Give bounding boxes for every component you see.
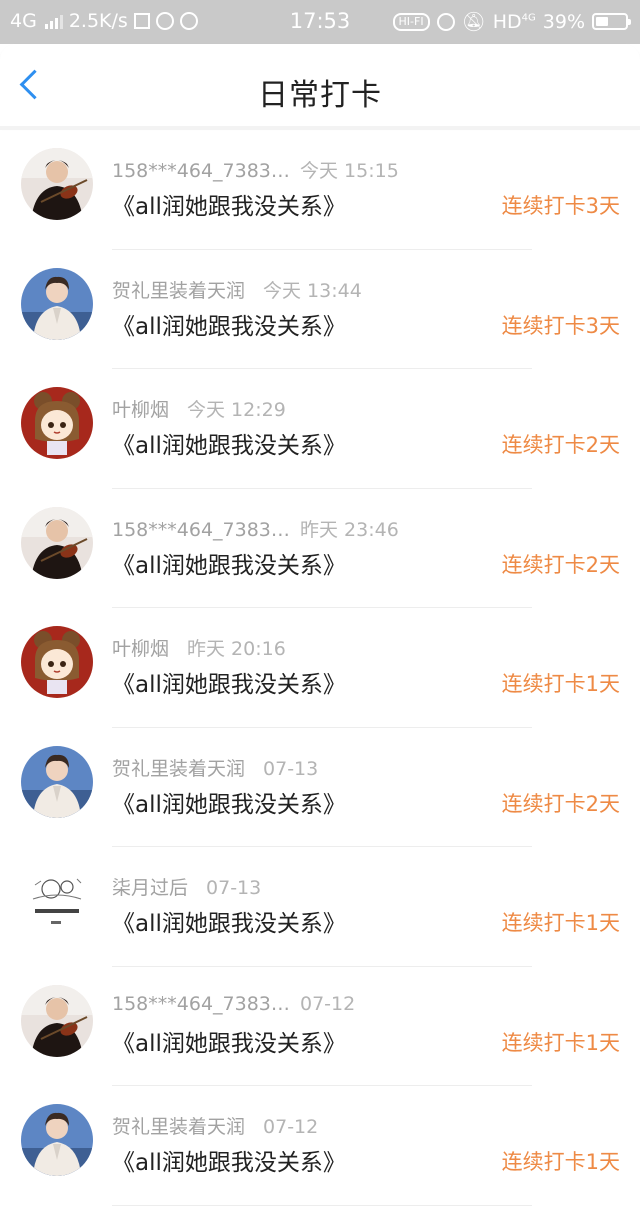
user-name[interactable]: 叶柳烟 [112,634,169,661]
streak-label: 连续打卡2天 [501,552,620,577]
list-item[interactable]: 贺礼里装着天润 今天 13:44 《all润她跟我没关系》 连续打卡3天 [0,250,640,369]
streak-label: 连续打卡2天 [501,433,620,457]
streak-label: 连续打卡1天 [501,1030,620,1055]
checkin-time: 今天 13:44 [263,279,362,302]
book-title[interactable]: 《all润她跟我没关系》 [112,665,346,699]
user-name[interactable]: 贺礼里装着天润 [112,754,245,781]
checkin-time: 今天 15:15 [300,160,399,182]
alarm-clock-icon [436,12,455,31]
list-item[interactable]: 158***464_7383… 昨天 23:46 《all润她跟我没关系》 连续打… [0,489,640,608]
nav-bar: 日常打卡 [0,44,640,126]
list-item[interactable]: 叶柳烟 昨天 20:16 《all润她跟我没关系》 连续打卡1天 [0,608,640,728]
checkin-time: 07-13 [206,877,262,899]
list-item[interactable]: 叶柳烟 今天 12:29 《all润她跟我没关系》 连续打卡2天 [0,369,640,489]
user-name[interactable]: 158***464_7383… [112,160,300,182]
user-name[interactable]: 贺礼里装着天润 [112,276,245,303]
checkin-time: 昨天 20:16 [187,638,286,660]
avatar[interactable] [21,865,93,937]
book-title[interactable]: 《all润她跟我没关系》 [112,1024,346,1058]
book-title[interactable]: 《all润她跟我没关系》 [112,785,346,819]
hd-label: HD4G [492,10,536,33]
avatar[interactable] [21,984,93,1057]
streak-label: 连续打卡1天 [501,672,620,696]
entry-meta: 叶柳烟 昨天 20:16 [112,634,286,661]
book-title[interactable]: 《all润她跟我没关系》 [112,426,346,460]
battery-percent: 39% [542,10,585,33]
user-name[interactable]: 叶柳烟 [112,395,169,422]
hifi-badge: HI-FI [392,12,430,31]
status-right: HI-FI 🔕︎ HD4G 39% [392,10,631,33]
status-bar: 4G 2.5K/s 17:53 HI-FI 🔕︎ HD4G 39% [0,0,640,44]
streak-label: 连续打卡1天 [501,1150,620,1174]
mute-bell-icon: 🔕︎ [461,11,486,33]
book-title[interactable]: 《all润她跟我没关系》 [112,546,346,580]
entry-meta: 158***464_7383… 07-12 [112,993,355,1015]
checkin-time: 07-13 [263,757,319,780]
entry-meta: 贺礼里装着天润 07-13 [112,754,318,781]
battery-icon [592,13,631,30]
book-title[interactable]: 《all润她跟我没关系》 [112,1143,346,1177]
streak-label: 连续打卡1天 [501,911,620,935]
avatar[interactable] [21,1104,93,1176]
avatar[interactable] [21,745,93,818]
list-item[interactable]: 贺礼里装着天润 07-13 《all润她跟我没关系》 连续打卡2天 [0,728,640,847]
avatar[interactable] [21,506,93,579]
list-item[interactable]: 158***464_7383… 今天 15:15 《all润她跟我没关系》 连续打… [0,130,640,250]
entry-meta: 贺礼里装着天润 今天 13:44 [112,276,362,303]
streak-label: 连续打卡2天 [501,791,620,816]
user-name[interactable]: 柒月过后 [112,873,188,900]
user-name[interactable]: 贺礼里装着天润 [112,1112,245,1139]
checkin-time: 昨天 23:46 [300,518,399,541]
user-name[interactable]: 158***464_7383… [112,519,300,541]
streak-label: 连续打卡3天 [501,194,620,218]
avatar[interactable] [21,626,93,698]
list-item[interactable]: 贺礼里装着天润 07-12 《all润她跟我没关系》 连续打卡1天 [0,1086,640,1206]
checkin-time: 07-12 [263,1116,319,1138]
book-title[interactable]: 《all润她跟我没关系》 [112,307,346,341]
checkin-time: 07-12 [300,992,356,1015]
streak-label: 连续打卡3天 [501,313,620,338]
checkin-time: 今天 12:29 [187,399,286,421]
checkin-list: 158***464_7383… 今天 15:15 《all润她跟我没关系》 连续打… [0,130,640,1206]
entry-meta: 158***464_7383… 昨天 23:46 [112,515,399,542]
user-name[interactable]: 158***464_7383… [112,993,300,1015]
entry-meta: 贺礼里装着天润 07-12 [112,1112,318,1139]
book-title[interactable]: 《all润她跟我没关系》 [112,904,346,938]
entry-meta: 柒月过后 07-13 [112,873,261,900]
page-title: 日常打卡 [258,78,382,113]
entry-meta: 叶柳烟 今天 12:29 [112,395,286,422]
avatar[interactable] [21,148,93,220]
book-title[interactable]: 《all润她跟我没关系》 [112,187,346,221]
entry-meta: 158***464_7383… 今天 15:15 [112,156,399,183]
list-item[interactable]: 柒月过后 07-13 《all润她跟我没关系》 连续打卡1天 [0,847,640,967]
avatar[interactable] [21,267,93,340]
avatar[interactable] [21,387,93,459]
list-item[interactable]: 158***464_7383… 07-12 《all润她跟我没关系》 连续打卡1天 [0,967,640,1086]
